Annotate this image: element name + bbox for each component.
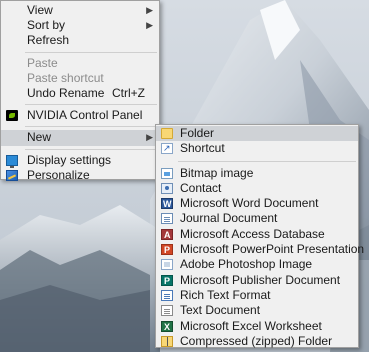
powerpoint-presentation-label: Microsoft PowerPoint Presentation	[180, 242, 365, 257]
excel-worksheet-icon	[161, 320, 173, 335]
new-access-database-item[interactable]: Microsoft Access Database	[156, 226, 358, 243]
nvidia-icon	[6, 110, 18, 122]
sort-by-menu-item[interactable]: Sort by ▶	[1, 18, 159, 33]
display-settings-label: Display settings	[27, 152, 112, 167]
photoshop-image-label: Adobe Photoshop Image	[180, 257, 313, 272]
rich-text-label: Rich Text Format	[180, 287, 271, 302]
chevron-right-icon: ▶	[146, 20, 153, 31]
nvidia-label: NVIDIA Control Panel	[27, 108, 143, 123]
photoshop-image-icon	[161, 259, 173, 271]
new-bitmap-image-item[interactable]: Bitmap image	[156, 166, 358, 181]
new-publisher-document-item[interactable]: Microsoft Publisher Document	[156, 272, 358, 289]
text-document-icon	[161, 305, 173, 317]
menu-separator	[25, 126, 157, 128]
personalize-label: Personalize	[27, 167, 90, 182]
rich-text-icon	[161, 289, 173, 301]
display-settings-menu-item[interactable]: Display settings	[1, 153, 159, 168]
new-shortcut-item[interactable]: Shortcut	[156, 141, 358, 157]
excel-worksheet-label: Microsoft Excel Worksheet	[180, 318, 322, 333]
new-contact-item[interactable]: Contact	[156, 181, 358, 196]
nvidia-control-panel-menu-item[interactable]: NVIDIA Control Panel	[1, 108, 159, 123]
new-journal-document-item[interactable]: Journal Document	[156, 211, 358, 226]
personalize-menu-item[interactable]: Personalize	[1, 168, 159, 183]
new-zip-folder-item[interactable]: Compressed (zipped) Folder	[156, 334, 358, 349]
word-document-icon	[161, 197, 173, 212]
menu-separator	[25, 148, 157, 150]
text-document-label: Text Document	[180, 303, 261, 318]
access-database-icon	[161, 228, 173, 243]
word-document-label: Microsoft Word Document	[180, 196, 319, 211]
refresh-menu-item[interactable]: Refresh	[1, 33, 159, 48]
new-excel-worksheet-item[interactable]: Microsoft Excel Worksheet	[156, 318, 358, 335]
new-photoshop-image-item[interactable]: Adobe Photoshop Image	[156, 257, 358, 272]
journal-document-label: Journal Document	[180, 211, 278, 226]
undo-rename-label: Undo Rename	[27, 85, 105, 100]
contact-label: Contact	[180, 180, 222, 195]
new-folder-item[interactable]: Folder	[156, 126, 358, 142]
display-settings-icon	[6, 154, 18, 168]
bitmap-image-icon	[161, 167, 173, 179]
shortcut-icon	[161, 141, 173, 157]
new-submenu: Folder Shortcut Bitmap image Contact Mic…	[155, 124, 364, 349]
menu-separator	[25, 51, 157, 53]
chevron-right-icon: ▶	[146, 132, 153, 143]
publisher-document-label: Microsoft Publisher Document	[180, 272, 341, 287]
journal-document-icon	[161, 213, 173, 225]
powerpoint-presentation-icon	[161, 243, 173, 258]
sort-by-label: Sort by	[27, 18, 66, 33]
paste-shortcut-label: Paste shortcut	[27, 70, 104, 85]
view-menu-item[interactable]: View ▶	[1, 3, 159, 18]
undo-rename-menu-item[interactable]: Undo Rename Ctrl+Z	[1, 86, 159, 101]
zip-folder-icon	[161, 335, 173, 347]
personalize-icon	[6, 169, 18, 181]
zip-folder-label: Compressed (zipped) Folder	[180, 333, 333, 348]
access-database-label: Microsoft Access Database	[180, 226, 325, 241]
desktop-context-menu: View ▶ Sort by ▶ Refresh Paste Paste sho…	[0, 0, 160, 183]
chevron-right-icon: ▶	[146, 5, 153, 15]
publisher-document-icon	[161, 274, 173, 289]
menu-separator	[178, 160, 356, 162]
shortcut-label: Shortcut	[180, 141, 225, 156]
menu-separator	[25, 104, 157, 106]
new-label: New	[27, 130, 52, 145]
bitmap-image-label: Bitmap image	[180, 165, 254, 180]
new-text-document-item[interactable]: Text Document	[156, 303, 358, 318]
new-rich-text-item[interactable]: Rich Text Format	[156, 288, 358, 303]
folder-label: Folder	[180, 126, 215, 140]
new-powerpoint-presentation-item[interactable]: Microsoft PowerPoint Presentation	[156, 242, 364, 258]
new-word-document-item[interactable]: Microsoft Word Document	[156, 196, 358, 212]
undo-shortcut-hint: Ctrl+Z	[112, 85, 145, 100]
contact-icon	[161, 182, 173, 194]
paste-menu-item: Paste	[1, 56, 159, 71]
paste-shortcut-menu-item: Paste shortcut	[1, 71, 159, 86]
paste-label: Paste	[27, 55, 58, 70]
refresh-label: Refresh	[27, 33, 70, 48]
new-menu-item[interactable]: New ▶	[1, 130, 159, 146]
view-label: View	[27, 3, 53, 17]
folder-icon	[161, 128, 173, 139]
